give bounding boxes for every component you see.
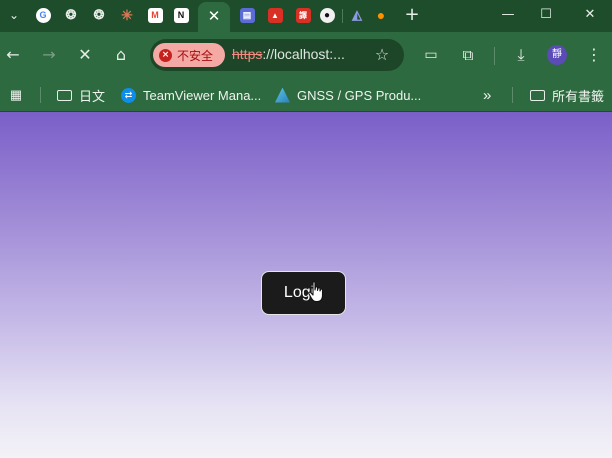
bookmarks-overflow-button[interactable]: » xyxy=(483,85,491,105)
tab-search-button[interactable]: ⌄ xyxy=(4,5,24,25)
tab-gmail[interactable]: M xyxy=(142,4,168,26)
folder-icon xyxy=(57,89,72,101)
chatgpt-icon: ❂ xyxy=(65,7,77,22)
minimize-button[interactable]: — xyxy=(496,4,520,26)
new-tab-button[interactable]: + xyxy=(402,5,422,25)
tab-active[interactable]: ✕ xyxy=(198,2,230,32)
address-bar[interactable]: × 不安全 https://localhost:... ☆ xyxy=(150,39,404,71)
forward-button[interactable]: → xyxy=(37,43,61,67)
login-button[interactable]: Login xyxy=(261,271,346,315)
google-icon: G xyxy=(35,7,51,23)
bookmark-divider xyxy=(512,87,513,103)
extensions-icon[interactable]: ⧉ xyxy=(456,43,480,67)
gnss-icon xyxy=(275,87,290,103)
firebase-icon: ● xyxy=(376,7,386,23)
bookmark-gnss[interactable]: GNSS / GPS Produ... xyxy=(275,85,421,105)
maximize-button[interactable]: ☐ xyxy=(534,4,558,26)
browser-toolbar: ← → ✕ ⌂ × 不安全 https://localhost:... ☆ ▭ … xyxy=(0,32,612,78)
security-chip[interactable]: × 不安全 xyxy=(153,43,225,67)
apps-grid-icon: ▦ xyxy=(9,87,23,102)
translate-icon: 譯 xyxy=(295,7,311,23)
vercel-icon: ◭ xyxy=(352,7,362,22)
security-label: 不安全 xyxy=(177,48,214,63)
url-scheme: https xyxy=(232,46,263,62)
back-button[interactable]: ← xyxy=(1,43,25,67)
docs-icon: ▤ xyxy=(239,7,255,23)
bookmark-folder-japanese[interactable]: 日文 xyxy=(57,85,105,105)
tab-google[interactable]: G xyxy=(30,4,56,26)
tab-vercel[interactable]: ◭ xyxy=(344,4,370,26)
page-content: Login xyxy=(0,112,612,458)
bookmark-label: TeamViewer Mana... xyxy=(143,87,262,103)
gmail-icon: M xyxy=(147,7,163,23)
tab-divider xyxy=(342,9,343,23)
tab-chatgpt[interactable]: ❂ xyxy=(58,4,84,26)
tab-github[interactable]: ● xyxy=(314,4,340,26)
apps-button[interactable]: ▦ xyxy=(8,85,30,105)
bookmark-label: 日文 xyxy=(79,88,106,104)
tab-translate[interactable]: 譯 xyxy=(290,4,316,26)
github-icon: ● xyxy=(319,7,335,23)
tab-claude[interactable]: ✳ xyxy=(114,4,140,26)
folder-icon xyxy=(530,89,545,101)
claude-icon: ✳ xyxy=(121,6,133,23)
all-bookmarks-folder[interactable]: 所有書籤 xyxy=(530,85,604,105)
tab-firebase[interactable]: ● xyxy=(368,4,394,26)
profile-avatar[interactable]: 靜 xyxy=(547,45,567,65)
menu-icon[interactable]: ⋮ xyxy=(582,43,606,67)
bookmark-divider xyxy=(40,87,41,103)
warning-icon: ▲ xyxy=(267,7,283,23)
tab-chatgpt-2[interactable]: ❂ xyxy=(86,4,112,26)
close-window-button[interactable]: ✕ xyxy=(578,4,602,26)
tab-strip: ⌄ G ❂ ❂ ✳ M N ✕ ▤ ▲ 譯 ● ◭ ● + — ☐ ✕ xyxy=(0,0,612,32)
close-tab-icon[interactable]: ✕ xyxy=(208,7,221,25)
stop-loading-button[interactable]: ✕ xyxy=(73,43,97,67)
bookmark-label: GNSS / GPS Produ... xyxy=(297,87,422,103)
home-button[interactable]: ⌂ xyxy=(109,43,133,67)
bookmark-teamviewer[interactable]: ⇄ TeamViewer Mana... xyxy=(121,85,261,105)
chatgpt-icon: ❂ xyxy=(93,7,105,22)
bookmark-star-icon[interactable]: ☆ xyxy=(371,44,393,66)
all-bookmarks-label: 所有書籤 xyxy=(552,88,605,104)
bookmarks-bar: ▦ 日文 ⇄ TeamViewer Mana... GNSS / GPS Pro… xyxy=(0,78,612,112)
url-text[interactable]: https://localhost:... xyxy=(232,46,345,62)
download-icon[interactable]: ⤓ xyxy=(509,43,533,67)
tab-notion[interactable]: N xyxy=(168,4,194,26)
tab-warning[interactable]: ▲ xyxy=(262,4,288,26)
notion-icon: N xyxy=(173,7,189,23)
cast-icon[interactable]: ▭ xyxy=(419,43,443,67)
toolbar-divider xyxy=(494,47,495,65)
tab-docs[interactable]: ▤ xyxy=(234,4,260,26)
not-secure-icon: × xyxy=(159,48,172,62)
teamviewer-icon: ⇄ xyxy=(121,87,136,103)
url-rest: ://localhost:... xyxy=(262,46,345,62)
